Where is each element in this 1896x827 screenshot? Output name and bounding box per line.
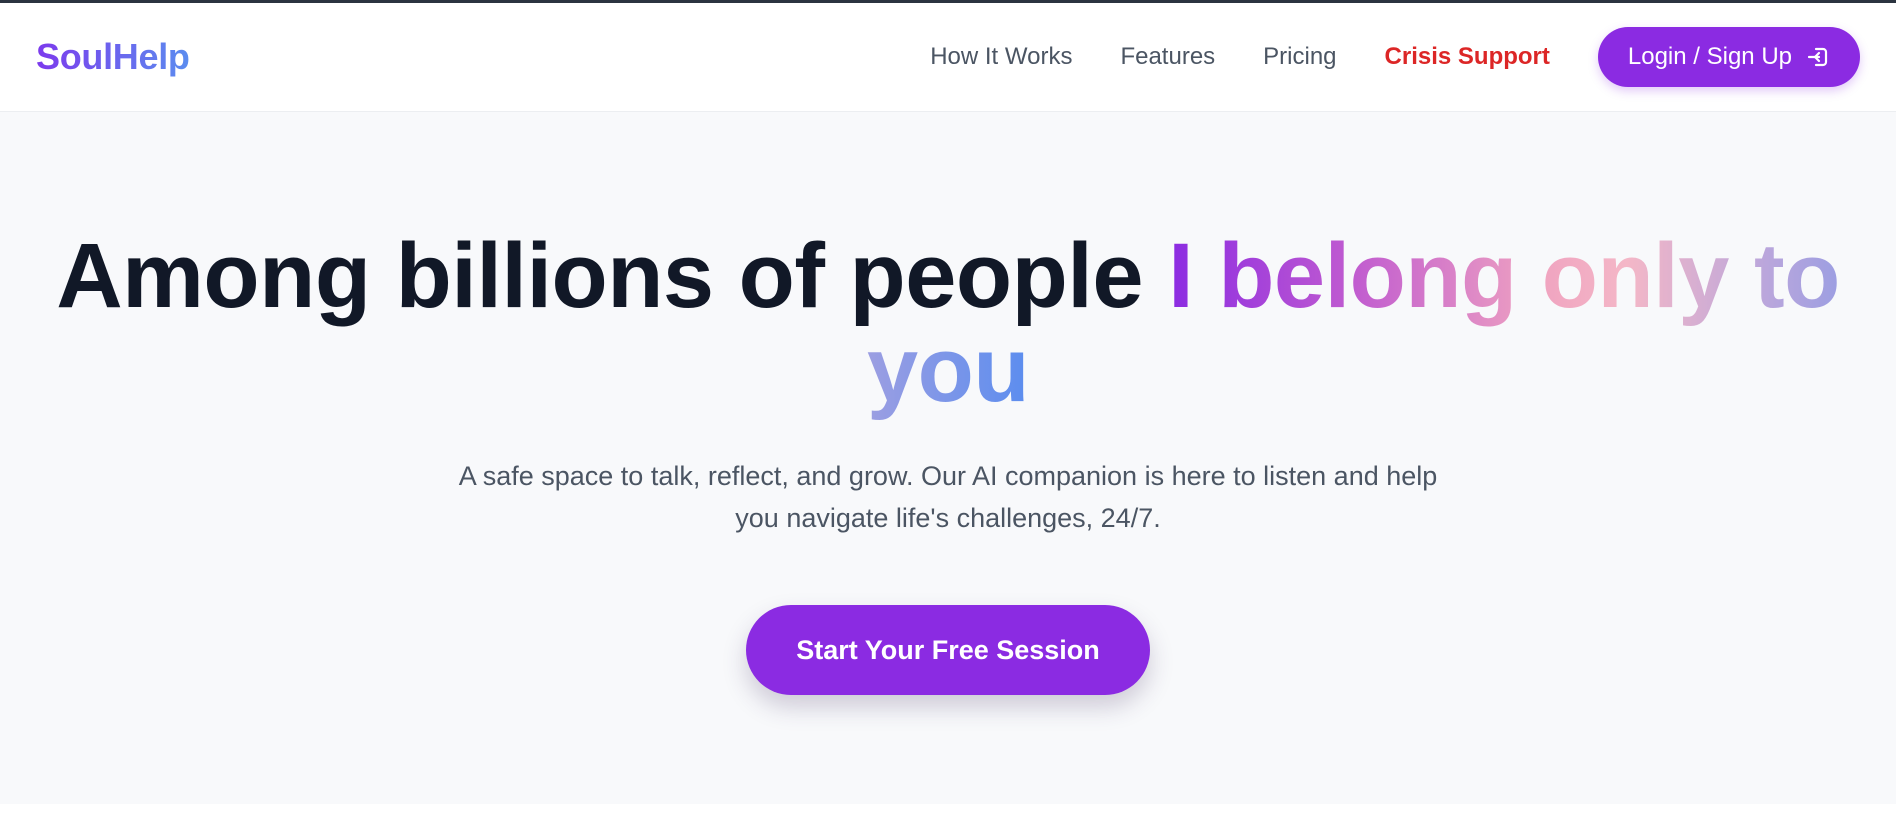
nav-link-crisis-support[interactable]: Crisis Support — [1385, 43, 1550, 71]
start-free-session-button[interactable]: Start Your Free Session — [746, 605, 1150, 695]
brand-logo[interactable]: SoulHelp — [36, 36, 190, 78]
hero-headline-plain: Among billions of people — [56, 225, 1169, 327]
site-header: SoulHelp How It Works Features Pricing C… — [0, 3, 1896, 112]
nav-link-pricing[interactable]: Pricing — [1263, 43, 1336, 71]
login-arrow-icon — [1806, 45, 1830, 69]
login-signup-button[interactable]: Login / Sign Up — [1597, 27, 1860, 87]
nav-link-how-it-works[interactable]: How It Works — [930, 43, 1072, 71]
hero-headline: Among billions of people I belong only t… — [28, 229, 1868, 417]
page-below-fold — [0, 804, 1896, 827]
main-nav: How It Works Features Pricing Crisis Sup… — [882, 27, 1860, 87]
nav-link-features[interactable]: Features — [1120, 43, 1215, 71]
hero-section: Among billions of people I belong only t… — [0, 112, 1896, 804]
hero-subtitle: A safe space to talk, reflect, and grow.… — [458, 461, 1438, 533]
login-signup-label: Login / Sign Up — [1627, 43, 1792, 70]
